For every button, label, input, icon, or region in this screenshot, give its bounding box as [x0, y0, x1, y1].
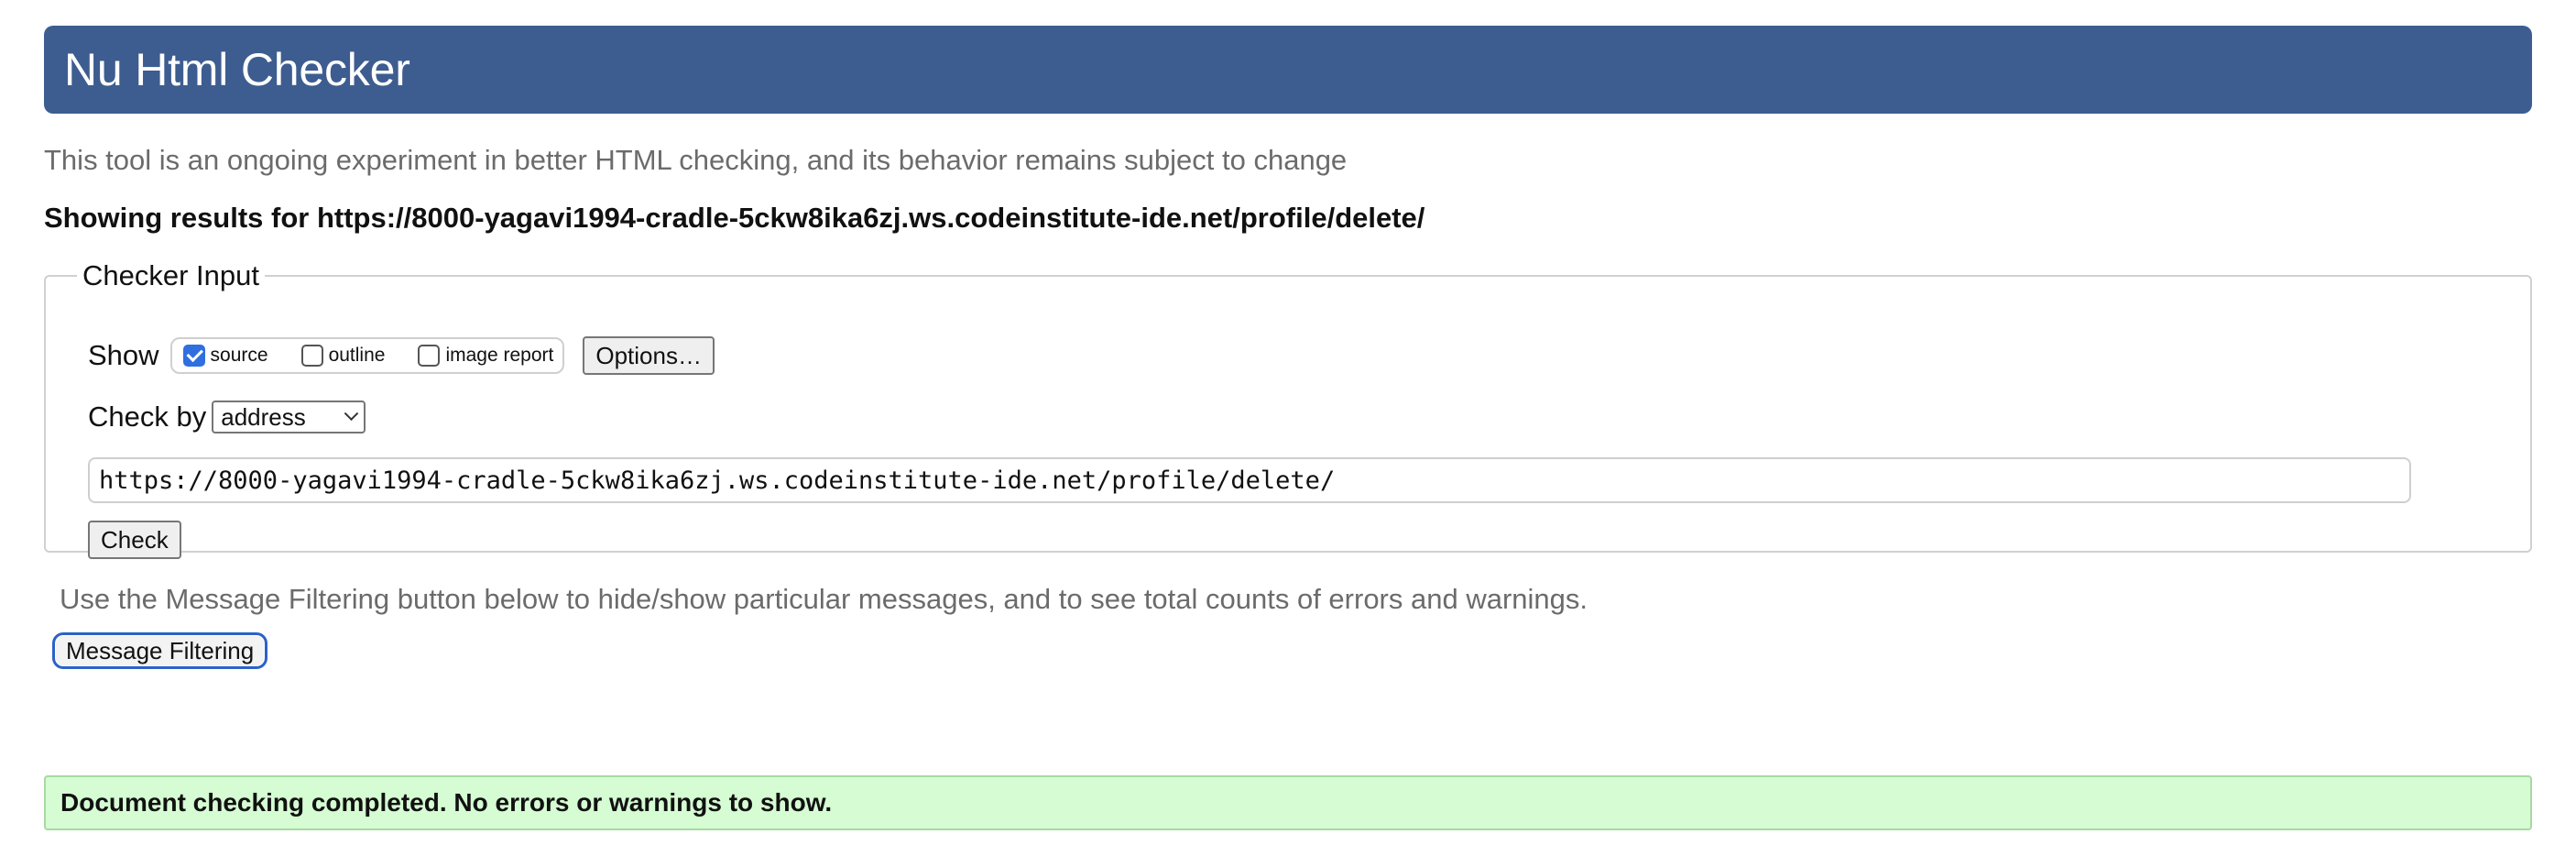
- page: Nu Html Checker This tool is an ongoing …: [0, 0, 2576, 856]
- showing-prefix: Showing results for: [44, 202, 317, 234]
- check-button[interactable]: Check: [88, 521, 181, 559]
- chevron-down-icon: [344, 405, 359, 421]
- page-title: Nu Html Checker: [64, 44, 410, 95]
- header-banner: Nu Html Checker: [44, 26, 2532, 114]
- success-message: Document checking completed. No errors o…: [44, 775, 2532, 830]
- checker-input-fieldset: Checker Input Show source outline image …: [44, 259, 2532, 559]
- checker-input-legend: Checker Input: [82, 259, 259, 291]
- show-option-source[interactable]: source: [182, 345, 268, 367]
- show-option-image-report[interactable]: image report: [418, 345, 553, 367]
- show-option-outline[interactable]: outline: [300, 345, 386, 367]
- check-by-row: Check by address: [88, 401, 366, 433]
- image-report-checkbox-label: image report: [445, 345, 554, 366]
- options-button[interactable]: Options…: [583, 336, 715, 375]
- show-options-group: source outline image report: [169, 337, 565, 374]
- show-label: Show: [88, 339, 159, 371]
- outline-checkbox[interactable]: [300, 345, 323, 367]
- check-by-label: Check by: [88, 401, 207, 433]
- message-filtering-note: Use the Message Filtering button below t…: [60, 583, 1588, 615]
- source-checkbox-label: source: [210, 345, 268, 366]
- check-by-select[interactable]: address: [212, 401, 366, 433]
- outline-checkbox-label: outline: [328, 345, 386, 366]
- intro-text: This tool is an ongoing experiment in be…: [44, 144, 1348, 176]
- show-row: Show source outline image report Options…: [88, 336, 715, 375]
- showing-results-heading: Showing results for https://8000-yagavi1…: [44, 202, 1424, 235]
- url-input[interactable]: https://8000-yagavi1994-cradle-5ckw8ika6…: [88, 457, 2411, 503]
- showing-url: https://8000-yagavi1994-cradle-5ckw8ika6…: [316, 202, 1425, 234]
- source-checkbox[interactable]: [182, 345, 205, 367]
- message-filtering-button[interactable]: Message Filtering: [52, 632, 268, 669]
- check-by-selected-value: address: [221, 402, 306, 431]
- image-report-checkbox[interactable]: [418, 345, 441, 367]
